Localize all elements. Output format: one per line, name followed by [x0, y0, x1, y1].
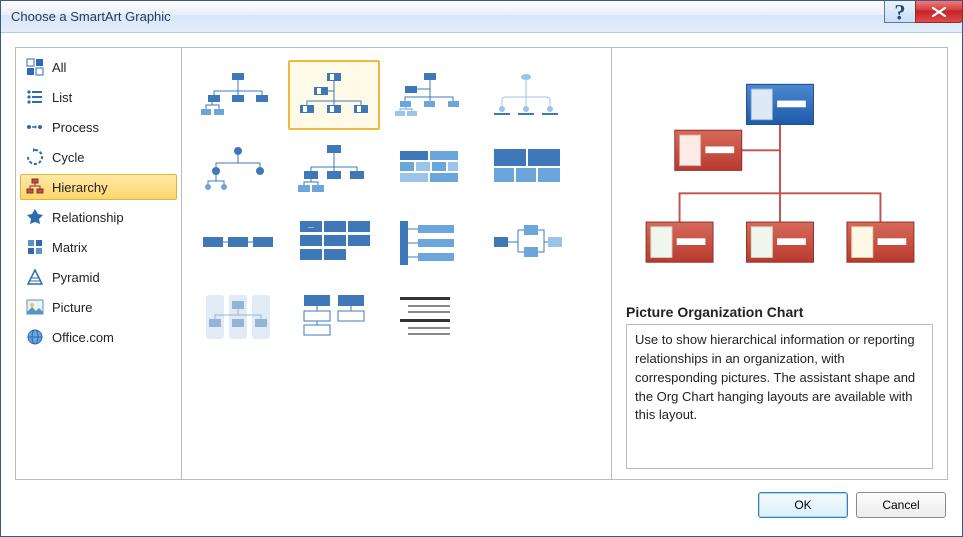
relationship-icon [26, 208, 44, 226]
sidebar-item-officecom[interactable]: Office.com [20, 324, 177, 350]
sidebar-item-label: Cycle [52, 150, 85, 165]
category-sidebar: All List Process Cycle Hierarchy [16, 48, 182, 479]
layout-thumb[interactable] [384, 208, 476, 278]
main-box: All List Process Cycle Hierarchy [15, 47, 948, 480]
layout-thumb[interactable] [192, 134, 284, 204]
help-icon: ? [885, 0, 915, 27]
close-icon [931, 7, 947, 17]
preview-description: Use to show hierarchical information or … [635, 332, 915, 422]
cancel-button[interactable]: Cancel [856, 492, 946, 518]
sidebar-item-label: All [52, 60, 66, 75]
layout-thumb[interactable]: — [288, 208, 380, 278]
picture-icon [26, 298, 44, 316]
sidebar-item-label: Office.com [52, 330, 114, 345]
svg-text:?: ? [894, 0, 905, 24]
all-icon [26, 58, 44, 76]
sidebar-item-label: Relationship [52, 210, 124, 225]
layout-thumb[interactable] [384, 282, 476, 352]
sidebar-item-label: Matrix [52, 240, 87, 255]
titlebar: Choose a SmartArt Graphic ? [1, 1, 962, 33]
preview-panel: Picture Organization Chart Use to show h… [612, 48, 947, 479]
layout-thumb[interactable] [288, 282, 380, 352]
sidebar-item-matrix[interactable]: Matrix [20, 234, 177, 260]
hierarchy-icon [26, 178, 44, 196]
sidebar-item-list[interactable]: List [20, 84, 177, 110]
process-icon [26, 118, 44, 136]
titlebar-buttons: ? [884, 1, 962, 23]
sidebar-item-label: List [52, 90, 72, 105]
cycle-icon [26, 148, 44, 166]
globe-icon [26, 328, 44, 346]
help-button[interactable]: ? [884, 1, 916, 23]
sidebar-item-hierarchy[interactable]: Hierarchy [20, 174, 177, 200]
sidebar-item-label: Pyramid [52, 270, 100, 285]
dialog-content: All List Process Cycle Hierarchy [1, 33, 962, 536]
sidebar-item-process[interactable]: Process [20, 114, 177, 140]
sidebar-item-cycle[interactable]: Cycle [20, 144, 177, 170]
layout-gallery: — [182, 48, 612, 479]
pyramid-icon [26, 268, 44, 286]
preview-description-box: Use to show hierarchical information or … [626, 324, 933, 469]
layout-thumb[interactable] [288, 60, 380, 130]
sidebar-item-picture[interactable]: Picture [20, 294, 177, 320]
list-icon [26, 88, 44, 106]
svg-text:—: — [308, 225, 314, 231]
preview-image [626, 60, 933, 298]
sidebar-item-all[interactable]: All [20, 54, 177, 80]
matrix-icon [26, 238, 44, 256]
layout-thumb[interactable] [480, 60, 572, 130]
sidebar-item-relationship[interactable]: Relationship [20, 204, 177, 230]
ok-button[interactable]: OK [758, 492, 848, 518]
layout-thumb[interactable] [384, 134, 476, 204]
sidebar-item-label: Hierarchy [52, 180, 108, 195]
dialog-title: Choose a SmartArt Graphic [11, 9, 171, 24]
layout-thumb[interactable] [192, 208, 284, 278]
sidebar-item-label: Picture [52, 300, 92, 315]
layout-thumb[interactable] [192, 282, 284, 352]
layout-thumb[interactable] [480, 134, 572, 204]
layout-thumb[interactable] [288, 134, 380, 204]
close-button[interactable] [915, 1, 963, 23]
sidebar-item-label: Process [52, 120, 99, 135]
smartart-dialog: Choose a SmartArt Graphic ? All List [0, 0, 963, 537]
preview-title: Picture Organization Chart [626, 304, 933, 320]
layout-thumb[interactable] [192, 60, 284, 130]
button-row: OK Cancel [15, 480, 948, 522]
sidebar-item-pyramid[interactable]: Pyramid [20, 264, 177, 290]
layout-thumb[interactable] [384, 60, 476, 130]
layout-thumb[interactable] [480, 208, 572, 278]
